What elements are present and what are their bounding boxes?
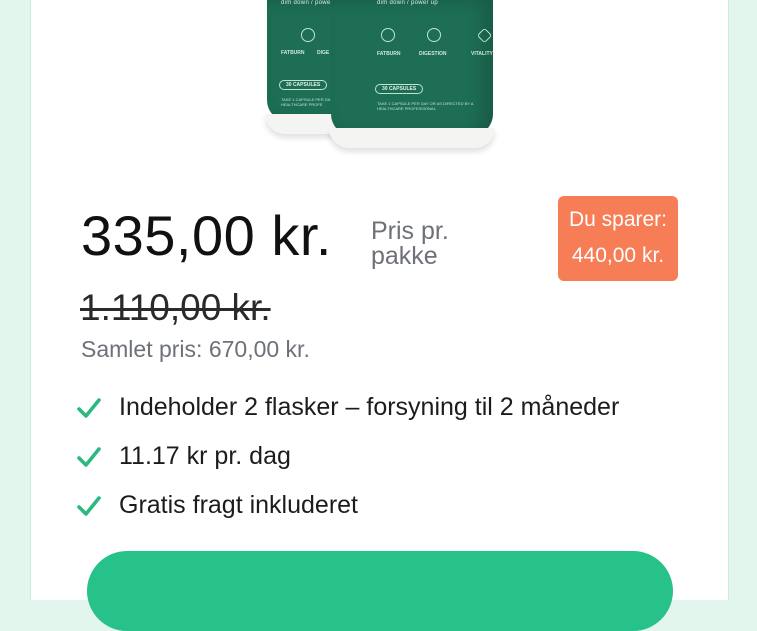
bottle-front-directions: TAKE 1 CAPSULE PER DAY OR AS DIRECTED BY… (377, 101, 474, 111)
savings-label: Du sparer: (568, 208, 668, 231)
bottle-front-tagline: dim down / power up (377, 0, 439, 6)
feature-text: Gratis fragt inkluderet (119, 491, 358, 519)
bottle-back-benefit: FATBURN (281, 50, 305, 56)
bottle-front-benefit: FATBURN (377, 51, 401, 57)
bottle-back-capsules: 30 CAPSULES (279, 80, 328, 90)
check-icon (77, 445, 101, 469)
original-price: 1.110,00 kr. (80, 287, 271, 328)
current-price: 335,00 kr. (81, 204, 332, 267)
feature-text: Indeholder 2 flasker – forsyning til 2 m… (119, 393, 620, 421)
bottle-back-benefit: DIGE (317, 50, 330, 56)
price-unit-label: Pris pr. pakke (371, 219, 466, 269)
savings-amount: 440,00 kr. (571, 244, 665, 267)
feature-text: 11.17 kr pr. dag (119, 442, 291, 470)
digestion-icon (427, 28, 441, 42)
total-price: Samlet pris: 670,00 kr. (81, 336, 310, 362)
bottle-front-benefit: DIGESTION (419, 51, 447, 57)
check-icon (77, 396, 101, 420)
bottle-front: dim down / power up FATBURN DIGESTION VI… (329, 0, 495, 148)
fatburn-icon (381, 28, 395, 42)
bottle-back-tagline: dim down / powe (281, 0, 331, 6)
feature-item: Gratis fragt inkluderet (77, 481, 619, 530)
bottle-front-benefit: VITALITY (471, 51, 493, 57)
price-unit-text: Pris pr. pakke (371, 217, 449, 270)
check-icon (77, 494, 101, 518)
feature-item: 11.17 kr pr. dag (77, 432, 619, 481)
add-to-cart-button[interactable] (87, 551, 673, 631)
savings-badge: Du sparer: 440,00 kr. (558, 196, 678, 281)
feature-item: Indeholder 2 flasker – forsyning til 2 m… (77, 383, 619, 432)
product-card: dim down / powe FATBURN DIGE 30 CAPSULES… (30, 0, 729, 631)
feature-list: Indeholder 2 flasker – forsyning til 2 m… (77, 383, 619, 530)
fatburn-icon (301, 28, 315, 42)
bottle-front-capsules: 30 CAPSULES (375, 84, 424, 94)
vitality-icon (476, 27, 493, 44)
